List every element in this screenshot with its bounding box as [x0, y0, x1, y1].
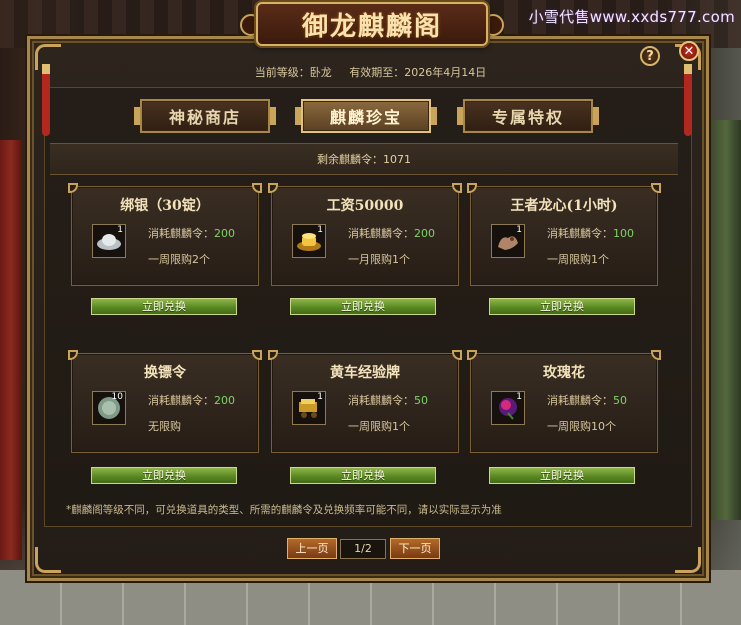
redeem-button[interactable]: 立即兑换 [290, 298, 436, 315]
tab-qilin-treasure[interactable]: 麒麟珍宝 [295, 99, 437, 133]
seller-watermark: 小雪代售www.xxds777.com [528, 8, 735, 26]
purchase-limit: 一月限购1个 [348, 253, 410, 266]
item-quantity: 1 [516, 225, 522, 235]
tab-label: 专属特权 [491, 108, 564, 127]
tab-mystery-shop[interactable]: 神秘商店 [134, 99, 276, 133]
rose-icon[interactable]: 1 [491, 391, 525, 425]
cost-label: 消耗麒麟令： [148, 394, 214, 407]
prev-page-button[interactable]: 上一页 [287, 538, 337, 559]
cost-label: 消耗麒麟令： [148, 227, 214, 240]
item-name: 王者龙心(1小时) [510, 198, 618, 214]
cost-label: 消耗麒麟令： [547, 227, 613, 240]
item-name: 工资50000 [326, 198, 404, 214]
shop-item-card: 王者龙心(1小时) 1 消耗麒麟令：100 一周限购1个 [467, 183, 661, 286]
tab-label: 麒麟珍宝 [329, 108, 402, 127]
shop-item-card: 黄车经验牌 1 消耗麒麟令：50 一周限购1个 [268, 350, 462, 453]
item-quantity: 1 [117, 225, 123, 235]
item-name: 绑银（30锭） [120, 198, 210, 214]
cost-value: 100 [613, 227, 634, 240]
item-cost: 消耗麒麟令：100 [547, 225, 634, 241]
item-quantity: 1 [317, 392, 323, 402]
purchase-limit: 无限购 [148, 420, 181, 433]
shop-item-card: 换镖令 10 消耗麒麟令：200 无限购 [68, 350, 262, 453]
cost-value: 200 [214, 227, 235, 240]
redeem-button[interactable]: 立即兑换 [91, 298, 237, 315]
next-page-button[interactable]: 下一页 [390, 538, 440, 559]
redeem-button[interactable]: 立即兑换 [91, 467, 237, 484]
item-name: 黄车经验牌 [330, 365, 400, 381]
yellow-cart-exp-icon[interactable]: 1 [292, 391, 326, 425]
current-level: 当前等级：卧龙 [254, 66, 332, 79]
purchase-limit: 一周限购10个 [547, 420, 616, 433]
item-cost: 消耗麒麟令：50 [348, 392, 428, 408]
tab-ornament [457, 107, 463, 125]
item-name: 玫瑰花 [543, 365, 585, 381]
cost-value: 200 [414, 227, 435, 240]
left-pillar [0, 140, 22, 560]
tab-ornament [295, 107, 301, 125]
tab-ornament [134, 107, 140, 125]
gold-ingot-icon[interactable]: 1 [292, 224, 326, 258]
item-quantity: 10 [111, 392, 123, 402]
cost-label: 消耗麒麟令： [348, 227, 414, 240]
expiry-date: 有效期至：2026年4月14日 [349, 66, 487, 79]
item-cost: 消耗麒麟令：200 [348, 225, 435, 241]
shop-item-card: 绑银（30锭） 1 消耗麒麟令：200 一周限购2个 [68, 183, 262, 286]
item-quantity: 1 [516, 392, 522, 402]
remaining-tokens: 剩余麒麟令：1071 [317, 153, 411, 166]
purchase-limit: 一周限购1个 [348, 420, 410, 433]
tab-ornament [593, 107, 599, 125]
window-title: 御龙麒麟阁 [301, 11, 442, 42]
cost-value: 50 [613, 394, 627, 407]
remaining-tokens-bar: 剩余麒麟令：1071 [50, 143, 678, 175]
redeem-button[interactable]: 立即兑换 [290, 467, 436, 484]
item-quantity: 1 [317, 225, 323, 235]
silver-ingot-icon[interactable]: 1 [92, 224, 126, 258]
purchase-limit: 一周限购2个 [148, 253, 210, 266]
footnote-text: *麒麟阁等级不同，可兑换道具的类型、所需的麒麟令及兑换频率可能不同，请以实际显示… [66, 504, 502, 516]
shop-item-card: 玫瑰花 1 消耗麒麟令：50 一周限购10个 [467, 350, 661, 453]
redeem-button[interactable]: 立即兑换 [489, 467, 635, 484]
item-name: 换镖令 [144, 365, 186, 381]
tab-exclusive-privilege[interactable]: 专属特权 [457, 99, 599, 133]
item-cost: 消耗麒麟令：200 [148, 392, 235, 408]
shop-item-card: 工资50000 1 消耗麒麟令：200 一月限购1个 [268, 183, 462, 286]
status-row: 当前等级：卧龙 有效期至：2026年4月14日 [0, 64, 741, 80]
tab-ornament [270, 107, 276, 125]
cost-value: 50 [414, 394, 428, 407]
right-foliage [711, 120, 741, 520]
window-title-plaque: 御龙麒麟阁 [256, 2, 488, 46]
close-icon[interactable]: ✕ [679, 41, 699, 61]
item-cost: 消耗麒麟令：50 [547, 392, 627, 408]
tab-label: 神秘商店 [168, 108, 241, 127]
page-indicator: 1/2 [340, 539, 386, 559]
purchase-limit: 一周限购1个 [547, 253, 609, 266]
tab-ornament [431, 107, 437, 125]
redeem-button[interactable]: 立即兑换 [489, 298, 635, 315]
frame-corner-ornament [35, 547, 61, 573]
cost-label: 消耗麒麟令： [348, 394, 414, 407]
cost-value: 200 [214, 394, 235, 407]
cost-label: 消耗麒麟令： [547, 394, 613, 407]
escort-token-icon[interactable]: 10 [92, 391, 126, 425]
frame-corner-ornament [675, 547, 701, 573]
help-icon[interactable]: ? [640, 46, 660, 66]
dragon-heart-icon[interactable]: 1 [491, 224, 525, 258]
item-cost: 消耗麒麟令：200 [148, 225, 235, 241]
